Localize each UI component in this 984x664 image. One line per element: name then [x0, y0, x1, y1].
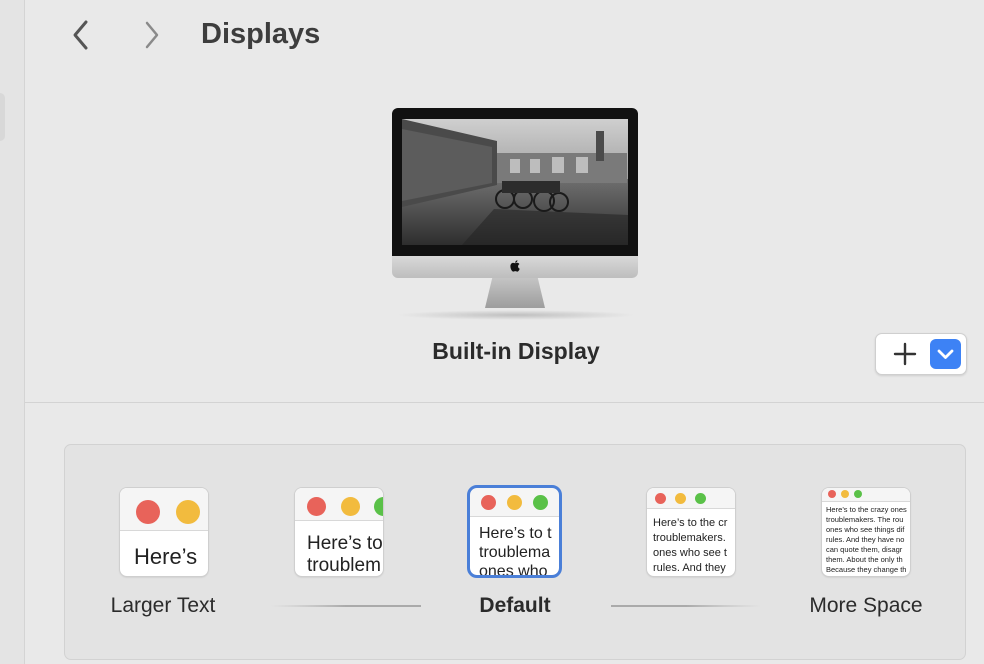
option-label-default: Default [479, 594, 551, 617]
page-title: Displays [201, 18, 321, 50]
scale-divider-right [611, 605, 761, 607]
zoom-dot-icon [695, 493, 706, 504]
display-arrangement: Built-in Display [25, 72, 984, 403]
resolution-option-larger-text[interactable]: Here’s [120, 488, 208, 576]
chevron-down-icon [937, 349, 954, 359]
chevron-right-icon [145, 21, 159, 49]
wallpaper-image [402, 119, 628, 245]
selection-ring [467, 485, 562, 578]
scale-divider-left [271, 605, 421, 607]
close-dot-icon [655, 493, 666, 504]
option-label-larger-text: Larger Text [110, 594, 216, 617]
close-dot-icon [136, 500, 160, 524]
add-display-control [875, 333, 967, 375]
sidebar-selection-nub [0, 93, 5, 141]
plus-icon [893, 342, 917, 366]
display-name-label: Built-in Display [432, 338, 600, 364]
minimize-dot-icon [675, 493, 686, 504]
apple-logo-icon [510, 260, 520, 272]
back-button[interactable] [61, 17, 101, 53]
preview-text: Here’s to the crazy ones troublemakers. … [826, 505, 907, 574]
resolution-option-2[interactable]: Here’s to troublem [295, 488, 383, 576]
add-display-menu-button[interactable] [930, 339, 961, 369]
add-display-button[interactable] [886, 341, 924, 367]
toolbar: Displays [25, 0, 984, 72]
resolution-option-4[interactable]: Here’s to the cr troublemakers. ones who… [647, 488, 735, 576]
resolution-option-more-space[interactable]: Here’s to the crazy ones troublemakers. … [822, 488, 910, 576]
zoom-dot-icon [854, 490, 862, 498]
forward-button[interactable] [132, 17, 172, 53]
display-shadow [396, 310, 636, 320]
option-label-more-space: More Space [809, 594, 923, 617]
display-thumbnail[interactable] [392, 108, 640, 326]
preview-text: Here’s [134, 544, 198, 569]
minimize-dot-icon [841, 490, 849, 498]
display-stand [485, 278, 545, 308]
chevron-left-icon [73, 20, 88, 50]
display-bezel [392, 108, 638, 256]
minimize-dot-icon [341, 497, 360, 516]
close-dot-icon [828, 490, 836, 498]
minimize-dot-icon [176, 500, 200, 524]
preview-text: Here’s to troublem [307, 533, 383, 576]
close-dot-icon [307, 497, 326, 516]
preview-text: Here’s to the cr troublemakers. ones who… [653, 517, 728, 574]
